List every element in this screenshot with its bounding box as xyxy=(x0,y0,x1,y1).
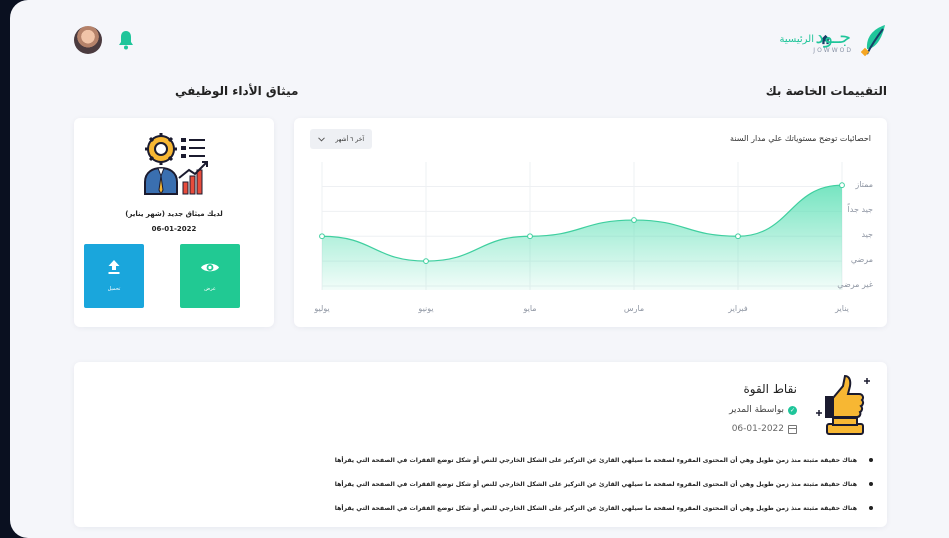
author-label: بواسطة المدير xyxy=(729,405,784,415)
x-axis-label: يونيو xyxy=(418,304,434,313)
x-axis-label: مايو xyxy=(523,304,537,313)
x-axis-label: مارس xyxy=(623,304,645,313)
avatar[interactable] xyxy=(74,26,102,54)
y-axis-label: جيد جداً xyxy=(847,205,873,215)
area-chart xyxy=(319,162,845,290)
chart-point[interactable] xyxy=(527,233,533,240)
eye-icon xyxy=(201,263,219,271)
view-button[interactable]: عرض xyxy=(180,244,240,308)
charter-card: لديك ميثاق جديد (شهر يناير) 06-01-2022 ت… xyxy=(74,118,274,327)
x-axis-label: يوليو xyxy=(314,304,330,313)
chevron-down-icon xyxy=(318,136,325,142)
verified-check-icon: ✓ xyxy=(788,405,797,415)
y-axis-label: مرضي xyxy=(850,255,873,265)
chart-point[interactable] xyxy=(735,233,741,240)
author-line: ✓ بواسطة المدير xyxy=(729,405,797,415)
chart-point[interactable] xyxy=(839,182,845,189)
y-axis-label: غير مرضي xyxy=(837,280,873,289)
growth-gear-illustration xyxy=(144,133,208,196)
chart-area-fill xyxy=(322,185,842,290)
chart-title: احصائيات توضح مستوياتك علي مدار السنة xyxy=(730,134,871,143)
list-item: هناك حقيقة مثبتة منذ زمن طويل وهي أن الم… xyxy=(273,448,873,472)
charter-title: ميثاق الأداء الوظيفي xyxy=(175,84,299,98)
upload-icon xyxy=(108,260,120,274)
period-select[interactable]: آخر ٦ أشهر xyxy=(310,129,372,149)
view-label: عرض xyxy=(204,285,216,292)
bell-icon[interactable] xyxy=(118,30,134,50)
period-select-value: آخر ٦ أشهر xyxy=(335,135,364,143)
leaf-logo-icon xyxy=(861,25,885,57)
charter-date: 06-01-2022 xyxy=(151,225,197,233)
list-item: هناك حقيقة مثبتة منذ زمن طويل وهي أن الم… xyxy=(273,472,873,496)
charter-message: لديك ميثاق جديد (شهر يناير) xyxy=(125,210,223,218)
chart-point[interactable] xyxy=(631,217,637,223)
x-axis-label: فبراير xyxy=(728,304,748,313)
upload-label: تحميل xyxy=(107,286,121,292)
chart-point[interactable] xyxy=(319,233,325,240)
strengths-title: نقاط القوة xyxy=(743,382,797,396)
strengths-date-line: 06-01-2022 xyxy=(732,424,797,434)
evaluations-title: التقييمات الخاصة بك xyxy=(765,84,887,98)
y-axis-label: جيد xyxy=(861,230,873,240)
strengths-date: 06-01-2022 xyxy=(731,424,784,434)
app-frame: الرئيسية جـود JOWWOD التقييمات الخاصة بك… xyxy=(10,0,949,538)
thumbs-up-icon xyxy=(816,374,870,435)
brand-name-ar: جـود xyxy=(815,25,851,48)
calendar-icon xyxy=(788,424,797,434)
strengths-card: نقاط القوة ✓ بواسطة المدير 06-01-2022 هن… xyxy=(74,362,887,527)
upload-button[interactable]: تحميل xyxy=(84,244,144,308)
y-axis-label: ممتاز xyxy=(855,180,873,190)
x-axis-label: يناير xyxy=(835,304,849,313)
brand-name-en: JOWWOD xyxy=(813,46,853,54)
brand-logo[interactable]: جـود JOWWOD xyxy=(811,22,889,58)
top-bar: الرئيسية جـود JOWWOD xyxy=(10,0,949,80)
stats-chart-card: احصائيات توضح مستوياتك علي مدار السنة آخ… xyxy=(294,118,887,327)
chart-point[interactable] xyxy=(423,258,429,265)
home-label: الرئيسية xyxy=(779,34,814,45)
strengths-list: هناك حقيقة مثبتة منذ زمن طويل وهي أن الم… xyxy=(273,448,873,520)
list-item: هناك حقيقة مثبتة منذ زمن طويل وهي أن الم… xyxy=(273,496,873,520)
